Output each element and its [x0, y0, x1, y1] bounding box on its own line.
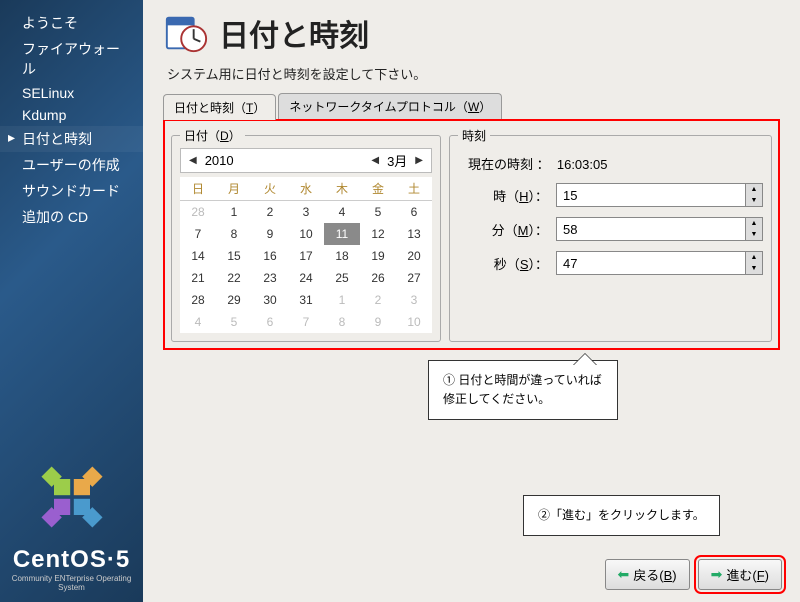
date-legend: 日付（D）	[180, 127, 245, 144]
sidebar: ようこそファイアウォールSELinuxKdump日付と時刻ユーザーの作成サウンド…	[0, 0, 143, 602]
calendar-day[interactable]: 29	[216, 289, 252, 311]
calendar-day[interactable]: 7	[180, 223, 216, 245]
tabs: 日付と時刻（T） ネットワークタイムプロトコル（W）	[163, 93, 780, 120]
calendar-day[interactable]: 28	[180, 289, 216, 311]
month-label: 3月	[387, 151, 407, 170]
sidebar-item-5[interactable]: ユーザーの作成	[0, 152, 143, 178]
tab-ntp[interactable]: ネットワークタイムプロトコル（W）	[278, 93, 502, 119]
sidebar-item-3[interactable]: Kdump	[0, 104, 143, 126]
sidebar-item-1[interactable]: ファイアウォール	[0, 36, 143, 82]
minute-label: 分（M）：	[458, 220, 548, 239]
forward-button[interactable]: ➡ 進む(F)	[698, 559, 782, 590]
calendar-day[interactable]: 6	[396, 201, 432, 224]
time-fieldset: 時刻 現在の時刻 ： 16:03:05 時（H）： ▲▼ 分（M）： ▲▼ 秒（…	[449, 127, 772, 342]
calendar-day[interactable]: 1	[324, 289, 360, 311]
calendar-day[interactable]: 1	[216, 201, 252, 224]
calendar-day[interactable]: 20	[396, 245, 432, 267]
calendar-day[interactable]: 4	[324, 201, 360, 224]
calendar-day[interactable]: 3	[396, 289, 432, 311]
arrow-right-icon: ➡	[711, 566, 723, 583]
page-title: 日付と時刻	[219, 11, 369, 55]
year-label: 2010	[205, 153, 234, 168]
sidebar-item-0[interactable]: ようこそ	[0, 10, 143, 36]
back-button[interactable]: ⬅ 戻る(B)	[605, 559, 690, 590]
product-tagline: Community ENTerprise Operating System	[0, 574, 143, 592]
time-legend: 時刻	[458, 127, 490, 144]
calendar: 日月火水木金土 28123456789101112131415161718192…	[180, 177, 432, 333]
calendar-day[interactable]: 24	[288, 267, 324, 289]
calendar-day[interactable]: 5	[360, 201, 396, 224]
month-prev[interactable]: ◀	[367, 155, 383, 166]
calendar-day[interactable]: 11	[324, 223, 360, 245]
calendar-day[interactable]: 15	[216, 245, 252, 267]
arrow-left-icon: ⬅	[618, 566, 630, 583]
calendar-day[interactable]: 31	[288, 289, 324, 311]
second-label: 秒（S）：	[458, 254, 548, 273]
current-time-value: 16:03:05	[557, 157, 608, 172]
calendar-day[interactable]: 2	[360, 289, 396, 311]
page-subhead: システム用に日付と時刻を設定して下さい。	[167, 64, 780, 83]
calendar-day[interactable]: 10	[288, 223, 324, 245]
datetime-panel: 日付（D） ◀ 2010 ◀ 3月 ▶ 日月火水木金土 281234567891…	[163, 119, 780, 350]
sidebar-item-2[interactable]: SELinux	[0, 82, 143, 104]
calendar-nav: ◀ 2010 ◀ 3月 ▶	[180, 148, 432, 173]
sec-up[interactable]: ▲	[746, 252, 762, 263]
date-fieldset: 日付（D） ◀ 2010 ◀ 3月 ▶ 日月火水木金土 281234567891…	[171, 127, 441, 342]
hour-up[interactable]: ▲	[746, 184, 762, 195]
min-down[interactable]: ▼	[746, 229, 762, 240]
min-up[interactable]: ▲	[746, 218, 762, 229]
calendar-day[interactable]: 8	[324, 311, 360, 333]
current-time-row: 現在の時刻 ： 16:03:05	[468, 154, 763, 173]
datetime-icon	[163, 10, 209, 56]
minute-input[interactable]	[557, 218, 745, 240]
sidebar-item-7[interactable]: 追加の CD	[0, 204, 143, 230]
hour-down[interactable]: ▼	[746, 195, 762, 206]
calendar-day[interactable]: 19	[360, 245, 396, 267]
calendar-day[interactable]: 25	[324, 267, 360, 289]
calendar-day[interactable]: 17	[288, 245, 324, 267]
product-name: CentOS·5	[0, 546, 143, 574]
calendar-day[interactable]: 30	[252, 289, 288, 311]
calendar-day[interactable]: 2	[252, 201, 288, 224]
calendar-day[interactable]: 21	[180, 267, 216, 289]
sidebar-item-6[interactable]: サウンドカード	[0, 178, 143, 204]
main-panel: 日付と時刻 システム用に日付と時刻を設定して下さい。 日付と時刻（T） ネットワ…	[143, 0, 800, 602]
calendar-day[interactable]: 22	[216, 267, 252, 289]
calendar-day[interactable]: 13	[396, 223, 432, 245]
sec-down[interactable]: ▼	[746, 263, 762, 274]
calendar-day[interactable]: 27	[396, 267, 432, 289]
calendar-day[interactable]: 8	[216, 223, 252, 245]
second-input[interactable]	[557, 252, 745, 274]
calendar-day[interactable]: 14	[180, 245, 216, 267]
calendar-day[interactable]: 5	[216, 311, 252, 333]
calendar-day[interactable]: 9	[252, 223, 288, 245]
calendar-day[interactable]: 3	[288, 201, 324, 224]
year-prev[interactable]: ◀	[185, 155, 201, 166]
calendar-day[interactable]: 6	[252, 311, 288, 333]
calendar-day[interactable]: 10	[396, 311, 432, 333]
sidebar-item-4[interactable]: 日付と時刻	[0, 126, 143, 152]
calendar-day[interactable]: 16	[252, 245, 288, 267]
logo-area: CentOS·5 Community ENTerprise Operating …	[0, 452, 143, 592]
calendar-day[interactable]: 12	[360, 223, 396, 245]
calendar-day[interactable]: 7	[288, 311, 324, 333]
calendar-day[interactable]: 18	[324, 245, 360, 267]
calendar-day[interactable]: 28	[180, 201, 216, 224]
calendar-day[interactable]: 26	[360, 267, 396, 289]
annotation-2: ②「進む」をクリックします。	[523, 495, 720, 536]
hour-label: 時（H）：	[458, 186, 548, 205]
annotation-1: ① 日付と時間が違っていれば修正してください。	[428, 360, 618, 420]
month-next[interactable]: ▶	[411, 155, 427, 166]
calendar-day[interactable]: 23	[252, 267, 288, 289]
calendar-day[interactable]: 4	[180, 311, 216, 333]
tab-datetime[interactable]: 日付と時刻（T）	[163, 94, 276, 120]
hour-input[interactable]	[557, 184, 745, 206]
calendar-day[interactable]: 9	[360, 311, 396, 333]
centos-logo-icon	[27, 452, 117, 542]
